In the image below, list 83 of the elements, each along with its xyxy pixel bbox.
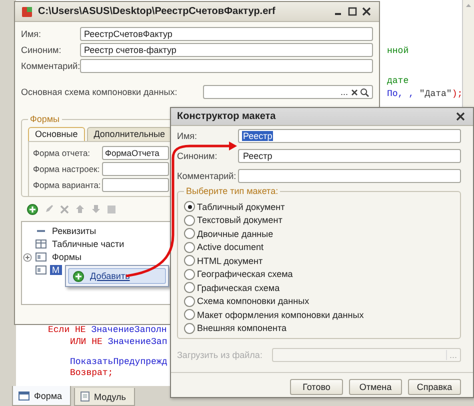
down-arrow-icon — [91, 204, 101, 214]
tree-item[interactable]: Табличные части — [50, 239, 126, 249]
radio-button[interactable] — [184, 228, 195, 240]
group-title: Формы — [28, 114, 62, 124]
close-icon — [362, 7, 371, 16]
editor-tab[interactable]: Модуль — [74, 388, 135, 406]
field-label: Форма отчета: — [33, 148, 92, 158]
editor-tab[interactable]: Форма — [12, 386, 72, 406]
field-label: Загрузить из файла: — [177, 350, 262, 360]
radio-button[interactable] — [184, 242, 195, 253]
tree-item[interactable]: М — [50, 265, 62, 275]
field-label: Форма настроек: — [33, 164, 101, 174]
schema-field[interactable]: ... — [203, 85, 373, 99]
field-label: Синоним: — [21, 45, 62, 55]
radio-label: Текстовый документ — [197, 215, 282, 226]
code-line: нной — [387, 46, 409, 56]
field-label: Основная схема компоновки данных: — [21, 87, 178, 97]
field-label: Комментарий: — [177, 171, 238, 181]
form-field[interactable] — [102, 178, 169, 192]
radio-label: Макет оформления компоновки данных — [197, 310, 364, 320]
text-field[interactable]: Реестр — [238, 129, 461, 143]
radio-label: Схема компоновки данных — [197, 296, 310, 306]
choose-button[interactable]: ... — [339, 87, 349, 97]
radio-label: HTML документ — [197, 256, 263, 266]
text-field[interactable] — [238, 169, 461, 183]
field-label: Имя: — [177, 131, 198, 141]
text-field[interactable]: Реестр — [238, 149, 461, 163]
table-icon — [35, 239, 47, 249]
maximize-icon — [348, 7, 357, 16]
clear-icon — [351, 88, 358, 96]
app-icon — [21, 6, 33, 18]
window-title: C:\Users\ASUS\Desktop\РеестрСчетовФактур.erf — [38, 6, 276, 17]
code-line: ИЛИ НЕ ЗначениеЗап — [70, 337, 168, 347]
text-field[interactable] — [80, 59, 373, 73]
page-icon — [80, 391, 90, 402]
radio-button[interactable] — [184, 255, 195, 266]
field-label: Комментарий: — [21, 61, 80, 71]
radio-label: Внешняя компонента — [197, 323, 286, 334]
square-icon — [107, 204, 116, 214]
field-label: Синоним: — [177, 151, 218, 161]
field-label: Форма варианта: — [33, 180, 102, 190]
text-field[interactable]: РеестрСчетовФактур — [80, 27, 373, 41]
pencil-icon — [44, 204, 54, 214]
window-icon — [18, 390, 30, 400]
dialog-button[interactable]: Справка — [408, 379, 461, 395]
form-field[interactable] — [102, 162, 169, 176]
group-title: Выберите тип макета: — [184, 186, 280, 196]
radio-label: Графическая схема — [197, 282, 280, 293]
radio-button[interactable] — [184, 214, 195, 226]
radio-button[interactable] — [184, 296, 195, 307]
form-icon — [35, 265, 47, 275]
radio-label: Географическая схема — [197, 269, 293, 280]
code-line: ПоказатьПредупрежд — [70, 357, 168, 367]
form-tab[interactable]: Дополнительные — [86, 127, 172, 141]
dialog-title: Конструктор макета — [177, 111, 277, 122]
dialog-button[interactable]: Готово — [290, 379, 343, 395]
close-icon — [456, 112, 465, 121]
form-field[interactable]: ФормаОтчета — [102, 146, 169, 160]
search-icon — [360, 88, 369, 96]
code-line: Если НЕ ЗначениеЗаполн — [48, 325, 167, 335]
radio-label: Двоичные данные — [197, 228, 274, 239]
field-label: Имя: — [21, 29, 42, 39]
delete-icon — [60, 204, 69, 214]
radio-button[interactable] — [184, 322, 195, 334]
radio-label: Active document — [197, 242, 264, 252]
form-tab[interactable]: Основные — [28, 127, 85, 141]
add-icon — [73, 270, 84, 282]
menu-item[interactable]: Добавить — [68, 268, 166, 284]
tree-item[interactable]: Формы — [50, 252, 84, 262]
code-line: Возврат; — [70, 368, 114, 378]
up-arrow-icon — [75, 204, 85, 214]
radio-label: Табличный документ — [197, 202, 285, 212]
text-field[interactable]: Реестр счетов-фактур — [80, 43, 373, 57]
radio-button[interactable] — [184, 268, 195, 280]
code-line: дате — [387, 76, 409, 86]
radio-button[interactable] — [184, 282, 195, 294]
form-icon — [35, 252, 47, 262]
tree-item[interactable]: Реквизиты — [50, 226, 98, 236]
add-icon — [27, 204, 38, 214]
dialog-button[interactable]: Отмена — [349, 379, 402, 395]
radio-button[interactable] — [184, 201, 195, 212]
code-line: По, , "Дата"); — [387, 89, 463, 99]
radio-button[interactable] — [184, 309, 195, 320]
